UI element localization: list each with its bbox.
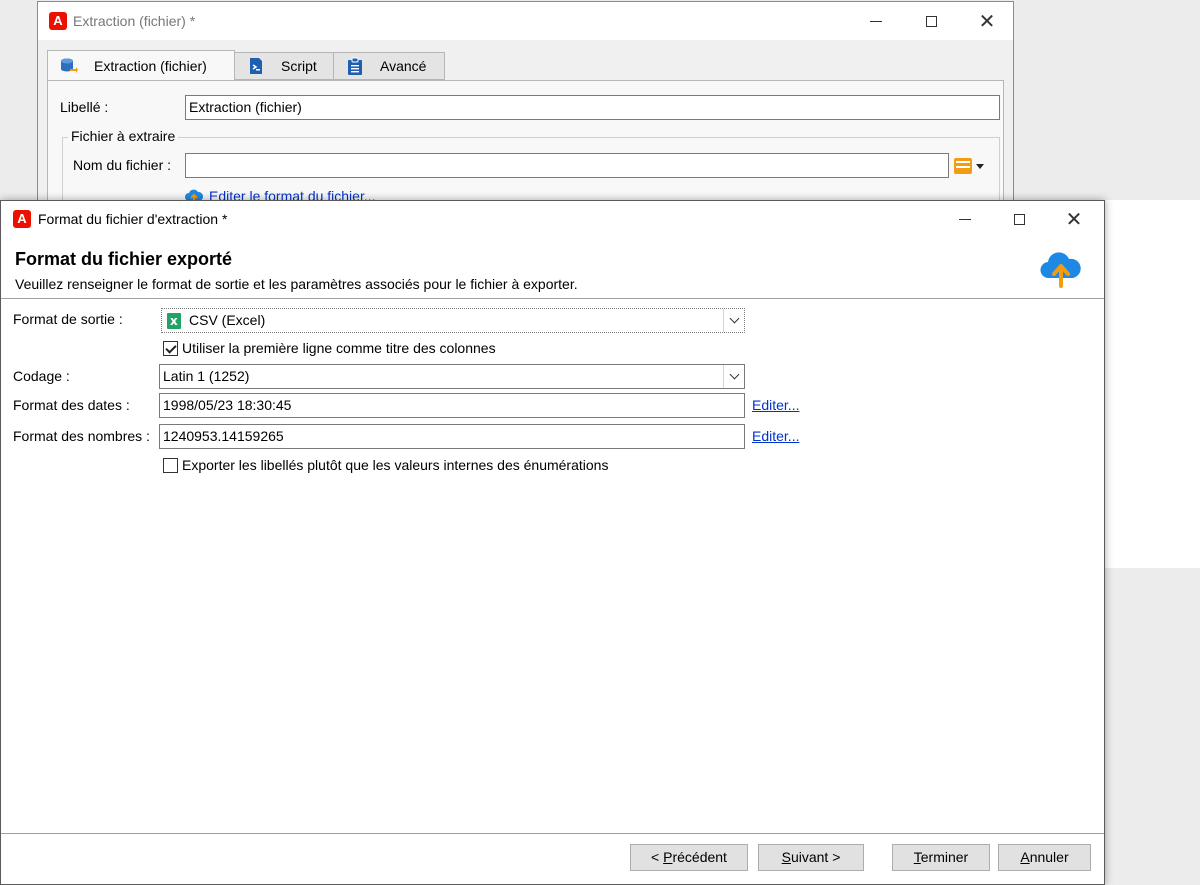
header-title: Format du fichier exporté (15, 249, 233, 269)
number-format-input[interactable]: 1240953.14159265 (159, 424, 745, 449)
close-button[interactable]: ✕ (976, 10, 998, 32)
header-separator (1, 298, 1104, 299)
dialog-title-bar: A Format du fichier d'extraction * ✕ (1, 201, 1104, 237)
cancel-button[interactable]: Annuler (998, 844, 1091, 871)
chevron-down-icon[interactable] (723, 309, 744, 332)
libelle-input[interactable]: Extraction (fichier) (185, 95, 1000, 120)
edit-number-format-link[interactable]: Editer... (752, 428, 799, 444)
dialog-title: Format du fichier d'extraction * (38, 211, 228, 227)
chevron-down-icon[interactable] (723, 365, 744, 388)
database-export-icon (60, 57, 78, 75)
finish-button[interactable]: Terminer (892, 844, 990, 871)
tab-label: Script (281, 58, 317, 74)
maximize-button[interactable] (920, 10, 942, 32)
minimize-button[interactable] (954, 208, 976, 230)
encoding-value: Latin 1 (1252) (163, 368, 250, 384)
file-browse-icon[interactable] (954, 158, 972, 174)
libelle-label: Libellé : (60, 99, 109, 115)
filename-input[interactable] (185, 153, 949, 178)
export-labels-checkbox[interactable] (163, 458, 178, 473)
checkmark-icon (164, 341, 177, 354)
minimize-button[interactable] (865, 10, 887, 32)
first-line-checkbox[interactable] (163, 341, 178, 356)
footer-separator (1, 833, 1104, 834)
output-format-select[interactable]: x CSV (Excel) (161, 308, 745, 333)
tab-avance[interactable]: Avancé (333, 52, 445, 80)
adobe-logo-icon: A (49, 12, 67, 30)
header-subtitle: Veuillez renseigner le format de sortie … (15, 276, 578, 292)
first-line-checkbox-label: Utiliser la première ligne comme titre d… (182, 340, 496, 356)
title-bar: A Extraction (fichier) * ✕ (38, 2, 1013, 40)
close-button[interactable]: ✕ (1063, 208, 1085, 230)
date-format-input[interactable]: 1998/05/23 18:30:45 (159, 393, 745, 418)
edit-date-format-link[interactable]: Editer... (752, 397, 799, 413)
clipboard-icon (346, 57, 364, 75)
file-format-dialog: A Format du fichier d'extraction * ✕ For… (0, 200, 1105, 885)
window-title: Extraction (fichier) * (73, 13, 196, 29)
next-button[interactable]: Suivant > (758, 844, 864, 871)
encoding-select[interactable]: Latin 1 (1252) (159, 364, 745, 389)
dropdown-arrow-icon[interactable] (976, 164, 984, 169)
tab-script[interactable]: Script (234, 52, 334, 80)
output-format-label: Format de sortie : (13, 311, 123, 327)
date-format-label: Format des dates : (13, 397, 130, 413)
group-title: Fichier à extraire (68, 128, 179, 144)
script-icon (247, 57, 265, 75)
output-format-value: CSV (Excel) (189, 312, 266, 328)
encoding-label: Codage : (13, 368, 70, 384)
cloud-upload-icon (1039, 248, 1083, 288)
excel-csv-icon: x (167, 313, 181, 329)
adobe-logo-icon: A (13, 210, 31, 228)
number-format-label: Format des nombres : (13, 428, 150, 444)
filename-label: Nom du fichier : (73, 157, 172, 173)
tab-extraction[interactable]: Extraction (fichier) (47, 50, 235, 81)
maximize-button[interactable] (1008, 208, 1030, 230)
export-labels-checkbox-label: Exporter les libellés plutôt que les val… (182, 457, 609, 473)
tab-label: Extraction (fichier) (94, 58, 207, 74)
tab-label: Avancé (380, 58, 427, 74)
previous-button[interactable]: < Précédent (630, 844, 748, 871)
background-panel (1105, 200, 1200, 568)
